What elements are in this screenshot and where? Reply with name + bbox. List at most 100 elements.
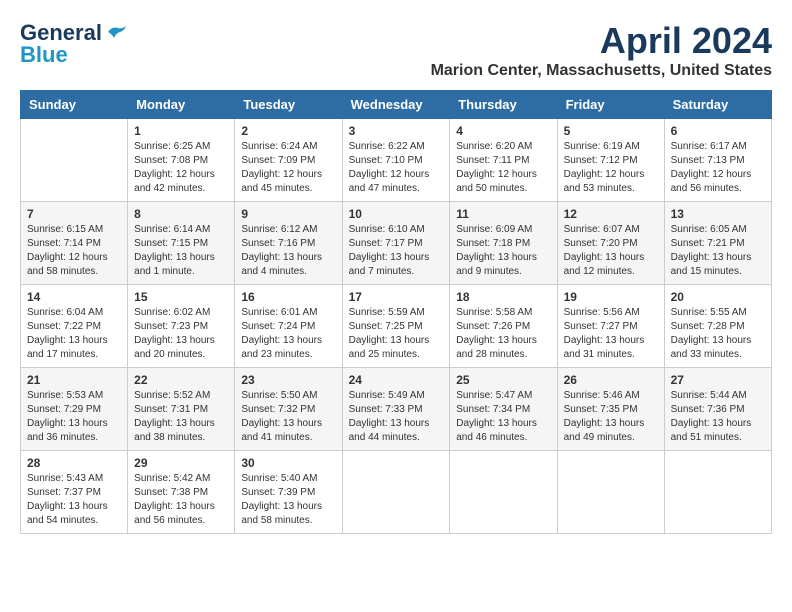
- calendar-cell: 18 Sunrise: 5:58 AM Sunset: 7:26 PM Dayli…: [450, 285, 557, 368]
- day-info: Sunrise: 6:20 AM Sunset: 7:11 PM Dayligh…: [456, 140, 550, 196]
- day-number: 28: [27, 456, 121, 470]
- day-info: Sunrise: 6:09 AM Sunset: 7:18 PM Dayligh…: [456, 223, 550, 279]
- location-title: Marion Center, Massachusetts, United Sta…: [431, 62, 772, 80]
- day-number: 26: [564, 373, 658, 387]
- day-info: Sunrise: 5:58 AM Sunset: 7:26 PM Dayligh…: [456, 306, 550, 362]
- day-number: 21: [27, 373, 121, 387]
- day-info: Sunrise: 6:15 AM Sunset: 7:14 PM Dayligh…: [27, 223, 121, 279]
- day-info: Sunrise: 6:17 AM Sunset: 7:13 PM Dayligh…: [671, 140, 765, 196]
- day-number: 2: [241, 124, 335, 138]
- weekday-header-monday: Monday: [128, 91, 235, 119]
- calendar-cell: 16Sunrise: 6:01 AM Sunset: 7:24 PM Dayli…: [235, 285, 342, 368]
- calendar-week-row: 1 Sunrise: 6:25 AM Sunset: 7:08 PM Daylig…: [21, 119, 772, 202]
- calendar-cell: 17 Sunrise: 5:59 AM Sunset: 7:25 PM Dayli…: [342, 285, 450, 368]
- day-number: 3: [349, 124, 444, 138]
- weekday-header-thursday: Thursday: [450, 91, 557, 119]
- day-info: Sunrise: 5:43 AM Sunset: 7:37 PM Dayligh…: [27, 472, 121, 528]
- calendar-cell: 8Sunrise: 6:14 AM Sunset: 7:15 PM Daylig…: [128, 202, 235, 285]
- day-number: 1: [134, 124, 228, 138]
- day-number: 4: [456, 124, 550, 138]
- calendar-week-row: 28 Sunrise: 5:43 AM Sunset: 7:37 PM Dayli…: [21, 451, 772, 534]
- calendar-cell: 12Sunrise: 6:07 AM Sunset: 7:20 PM Dayli…: [557, 202, 664, 285]
- calendar-cell: 9 Sunrise: 6:12 AM Sunset: 7:16 PM Daylig…: [235, 202, 342, 285]
- weekday-header-friday: Friday: [557, 91, 664, 119]
- calendar-cell: 23 Sunrise: 5:50 AM Sunset: 7:32 PM Dayli…: [235, 368, 342, 451]
- calendar-cell: [557, 451, 664, 534]
- day-number: 10: [349, 207, 444, 221]
- weekday-header-saturday: Saturday: [664, 91, 771, 119]
- day-number: 15: [134, 290, 228, 304]
- day-number: 6: [671, 124, 765, 138]
- day-info: Sunrise: 5:56 AM Sunset: 7:27 PM Dayligh…: [564, 306, 658, 362]
- calendar-cell: 5 Sunrise: 6:19 AM Sunset: 7:12 PM Daylig…: [557, 119, 664, 202]
- day-info: Sunrise: 6:12 AM Sunset: 7:16 PM Dayligh…: [241, 223, 335, 279]
- day-info: Sunrise: 5:59 AM Sunset: 7:25 PM Dayligh…: [349, 306, 444, 362]
- day-info: Sunrise: 6:01 AM Sunset: 7:24 PM Dayligh…: [241, 306, 335, 362]
- day-info: Sunrise: 6:02 AM Sunset: 7:23 PM Dayligh…: [134, 306, 228, 362]
- calendar-cell: 29Sunrise: 5:42 AM Sunset: 7:38 PM Dayli…: [128, 451, 235, 534]
- day-number: 14: [27, 290, 121, 304]
- day-number: 27: [671, 373, 765, 387]
- header: General Blue April 2024 Marion Center, M…: [20, 20, 772, 80]
- day-number: 17: [349, 290, 444, 304]
- calendar-cell: 15 Sunrise: 6:02 AM Sunset: 7:23 PM Dayli…: [128, 285, 235, 368]
- calendar-cell: 19 Sunrise: 5:56 AM Sunset: 7:27 PM Dayli…: [557, 285, 664, 368]
- calendar-cell: 14 Sunrise: 6:04 AM Sunset: 7:22 PM Dayli…: [21, 285, 128, 368]
- day-info: Sunrise: 5:49 AM Sunset: 7:33 PM Dayligh…: [349, 389, 444, 445]
- calendar-cell: 2 Sunrise: 6:24 AM Sunset: 7:09 PM Daylig…: [235, 119, 342, 202]
- calendar-cell: 1 Sunrise: 6:25 AM Sunset: 7:08 PM Daylig…: [128, 119, 235, 202]
- calendar-cell: 6 Sunrise: 6:17 AM Sunset: 7:13 PM Daylig…: [664, 119, 771, 202]
- day-number: 22: [134, 373, 228, 387]
- day-info: Sunrise: 5:50 AM Sunset: 7:32 PM Dayligh…: [241, 389, 335, 445]
- logo-bird-icon: [106, 24, 128, 42]
- day-number: 30: [241, 456, 335, 470]
- calendar-cell: 13Sunrise: 6:05 AM Sunset: 7:21 PM Dayli…: [664, 202, 771, 285]
- weekday-header-sunday: Sunday: [21, 91, 128, 119]
- day-number: 9: [241, 207, 335, 221]
- day-info: Sunrise: 5:46 AM Sunset: 7:35 PM Dayligh…: [564, 389, 658, 445]
- calendar-cell: 30 Sunrise: 5:40 AM Sunset: 7:39 PM Dayli…: [235, 451, 342, 534]
- day-number: 18: [456, 290, 550, 304]
- calendar-cell: 11 Sunrise: 6:09 AM Sunset: 7:18 PM Dayli…: [450, 202, 557, 285]
- day-number: 8: [134, 207, 228, 221]
- day-info: Sunrise: 6:10 AM Sunset: 7:17 PM Dayligh…: [349, 223, 444, 279]
- calendar-cell: 4 Sunrise: 6:20 AM Sunset: 7:11 PM Daylig…: [450, 119, 557, 202]
- calendar-cell: 25 Sunrise: 5:47 AM Sunset: 7:34 PM Dayli…: [450, 368, 557, 451]
- calendar-cell: 27Sunrise: 5:44 AM Sunset: 7:36 PM Dayli…: [664, 368, 771, 451]
- calendar-cell: 21 Sunrise: 5:53 AM Sunset: 7:29 PM Dayli…: [21, 368, 128, 451]
- day-info: Sunrise: 5:53 AM Sunset: 7:29 PM Dayligh…: [27, 389, 121, 445]
- day-info: Sunrise: 6:24 AM Sunset: 7:09 PM Dayligh…: [241, 140, 335, 196]
- weekday-header-wednesday: Wednesday: [342, 91, 450, 119]
- day-number: 24: [349, 373, 444, 387]
- calendar-cell: [450, 451, 557, 534]
- calendar-cell: 28 Sunrise: 5:43 AM Sunset: 7:37 PM Dayli…: [21, 451, 128, 534]
- day-info: Sunrise: 6:19 AM Sunset: 7:12 PM Dayligh…: [564, 140, 658, 196]
- calendar-cell: [21, 119, 128, 202]
- day-number: 25: [456, 373, 550, 387]
- day-number: 7: [27, 207, 121, 221]
- calendar-cell: 20Sunrise: 5:55 AM Sunset: 7:28 PM Dayli…: [664, 285, 771, 368]
- calendar-week-row: 14 Sunrise: 6:04 AM Sunset: 7:22 PM Dayli…: [21, 285, 772, 368]
- day-info: Sunrise: 6:07 AM Sunset: 7:20 PM Dayligh…: [564, 223, 658, 279]
- calendar-header-row: SundayMondayTuesdayWednesdayThursdayFrid…: [21, 91, 772, 119]
- weekday-header-tuesday: Tuesday: [235, 91, 342, 119]
- logo: General Blue: [20, 20, 128, 68]
- month-title: April 2024: [431, 20, 772, 62]
- day-number: 19: [564, 290, 658, 304]
- day-number: 23: [241, 373, 335, 387]
- calendar-week-row: 7 Sunrise: 6:15 AM Sunset: 7:14 PM Daylig…: [21, 202, 772, 285]
- day-info: Sunrise: 5:42 AM Sunset: 7:38 PM Dayligh…: [134, 472, 228, 528]
- calendar-cell: [664, 451, 771, 534]
- day-info: Sunrise: 5:47 AM Sunset: 7:34 PM Dayligh…: [456, 389, 550, 445]
- day-info: Sunrise: 6:04 AM Sunset: 7:22 PM Dayligh…: [27, 306, 121, 362]
- day-info: Sunrise: 5:52 AM Sunset: 7:31 PM Dayligh…: [134, 389, 228, 445]
- day-number: 5: [564, 124, 658, 138]
- calendar-cell: 24 Sunrise: 5:49 AM Sunset: 7:33 PM Dayli…: [342, 368, 450, 451]
- day-number: 11: [456, 207, 550, 221]
- calendar-cell: 7 Sunrise: 6:15 AM Sunset: 7:14 PM Daylig…: [21, 202, 128, 285]
- day-info: Sunrise: 5:40 AM Sunset: 7:39 PM Dayligh…: [241, 472, 335, 528]
- calendar-table: SundayMondayTuesdayWednesdayThursdayFrid…: [20, 90, 772, 534]
- logo-blue: Blue: [20, 42, 68, 68]
- day-info: Sunrise: 6:25 AM Sunset: 7:08 PM Dayligh…: [134, 140, 228, 196]
- calendar-cell: 3Sunrise: 6:22 AM Sunset: 7:10 PM Daylig…: [342, 119, 450, 202]
